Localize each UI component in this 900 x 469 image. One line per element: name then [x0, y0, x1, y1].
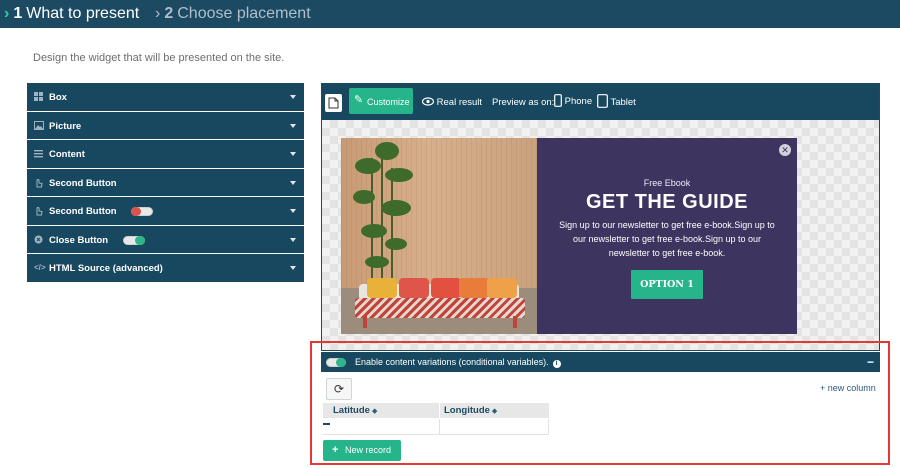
code-icon: </> [34, 263, 46, 272]
content-variations-label: Enable content variations (conditional v… [355, 357, 549, 367]
step-label: Choose placement [177, 5, 311, 22]
plus-icon: + [332, 444, 339, 456]
caret-down-icon [290, 180, 296, 185]
caret-down-icon [290, 123, 296, 128]
hand-icon [34, 206, 43, 216]
pillow [487, 278, 517, 298]
panel-item-second-button-toggle[interactable]: Second Button [27, 197, 304, 226]
customize-button[interactable]: ✎ Customize [349, 88, 413, 114]
preview-toolbar: ✎ Customize Real result Preview as on: P… [322, 84, 879, 120]
preview-as-label: Preview as on: [492, 97, 555, 108]
picture-icon [34, 120, 44, 130]
caret-down-icon [290, 152, 296, 156]
lines-icon [34, 149, 43, 158]
toggle-knob [131, 207, 141, 216]
page-subtitle: Design the widget that will be presented… [33, 52, 285, 64]
caret-down-icon [290, 237, 296, 242]
sofa-base [355, 298, 525, 318]
caret-down-icon [290, 209, 296, 213]
refresh-icon: ⟳ [333, 382, 345, 396]
grid-cell[interactable] [440, 419, 549, 435]
sort-icon: ◆ [491, 408, 498, 415]
content-variations-bar: Enable content variations (conditional v… [321, 352, 880, 372]
close-button-toggle[interactable] [123, 235, 145, 245]
panel-item-picture[interactable]: Picture [27, 111, 304, 140]
refresh-button[interactable]: ⟳ [326, 378, 352, 400]
pillow [431, 278, 461, 298]
chevron-right-icon: › [155, 5, 161, 22]
sofa-leg [513, 316, 517, 328]
grid-icon [34, 92, 43, 101]
panel-item-html-source[interactable]: </> HTML Source (advanced) [27, 254, 304, 283]
caret-down-icon [290, 95, 296, 99]
second-button-toggle[interactable] [131, 207, 153, 216]
widget-image [341, 138, 537, 334]
panel-item-close-button[interactable]: Close Button [27, 225, 304, 254]
phone-preview-button[interactable]: Phone [554, 94, 592, 107]
widget-content: ✕ Free Ebook GET THE GUIDE Sign up to ou… [537, 138, 797, 334]
pillow [367, 278, 397, 298]
tablet-icon [597, 94, 608, 108]
column-header-latitude[interactable]: Latitude ◆ [323, 403, 439, 418]
leaf [355, 158, 381, 174]
step-choose-placement[interactable]: › 2 Choose placement [155, 4, 311, 24]
caret-down-icon [290, 266, 296, 270]
real-result-button[interactable]: Real result [421, 97, 482, 108]
new-column-link[interactable]: + new column [820, 383, 876, 393]
preview-canvas: ✕ Free Ebook GET THE GUIDE Sign up to ou… [322, 120, 879, 350]
design-panel: Box Picture Content Second Button Second… [27, 83, 304, 283]
collapse-icon[interactable]: − [867, 355, 874, 369]
pillow [459, 278, 489, 298]
panel-item-second-button[interactable]: Second Button [27, 168, 304, 197]
leaf [365, 256, 389, 268]
leaf [361, 224, 387, 238]
widget-cta-button[interactable]: OPTION 1 [631, 270, 703, 299]
tablet-preview-button[interactable]: Tablet [597, 94, 636, 108]
panel-item-content[interactable]: Content [27, 140, 304, 169]
phone-icon [554, 94, 562, 107]
leaf [381, 200, 411, 216]
popup-widget[interactable]: ✕ Free Ebook GET THE GUIDE Sign up to ou… [341, 138, 797, 334]
eye-icon [421, 97, 435, 106]
toggle-knob [135, 235, 145, 245]
row-marker [323, 423, 330, 425]
panel-item-box[interactable]: Box [27, 83, 304, 112]
content-variations-toggle[interactable] [326, 358, 346, 367]
chevron-right-icon: › [4, 5, 10, 22]
close-circle-icon [34, 235, 43, 244]
widget-eyebrow: Free Ebook [643, 178, 691, 188]
new-record-button[interactable]: + New record [323, 440, 401, 461]
info-icon[interactable]: i [552, 360, 561, 368]
plant-stem [391, 168, 393, 288]
sort-icon: ◆ [371, 408, 378, 415]
sofa-leg [363, 316, 367, 328]
pillow [399, 278, 429, 298]
toggle-knob [336, 358, 346, 367]
widget-headline: GET THE GUIDE [585, 191, 749, 213]
plant-stem [371, 158, 373, 288]
document-button[interactable] [325, 94, 342, 112]
leaf [375, 142, 399, 160]
step-label: What to present [26, 5, 140, 22]
leaf [385, 168, 413, 182]
close-icon[interactable]: ✕ [779, 144, 791, 156]
wizard-steps-bar: › 1 What to present › 2 Choose placement [0, 0, 900, 28]
grid-cell[interactable] [323, 419, 440, 435]
pencil-icon: ✎ [354, 94, 364, 106]
step-what-to-present[interactable]: › 1 What to present [4, 4, 139, 24]
column-header-longitude[interactable]: Longitude ◆ [440, 403, 549, 418]
hand-icon [34, 178, 43, 187]
leaf [385, 238, 407, 250]
document-icon [328, 97, 339, 109]
leaf [353, 190, 375, 204]
widget-preview: ✎ Customize Real result Preview as on: P… [321, 83, 880, 351]
variables-grid: Latitude ◆ Longitude ◆ [323, 403, 549, 435]
widget-body: Sign up to our newsletter to get free e-… [559, 220, 775, 258]
